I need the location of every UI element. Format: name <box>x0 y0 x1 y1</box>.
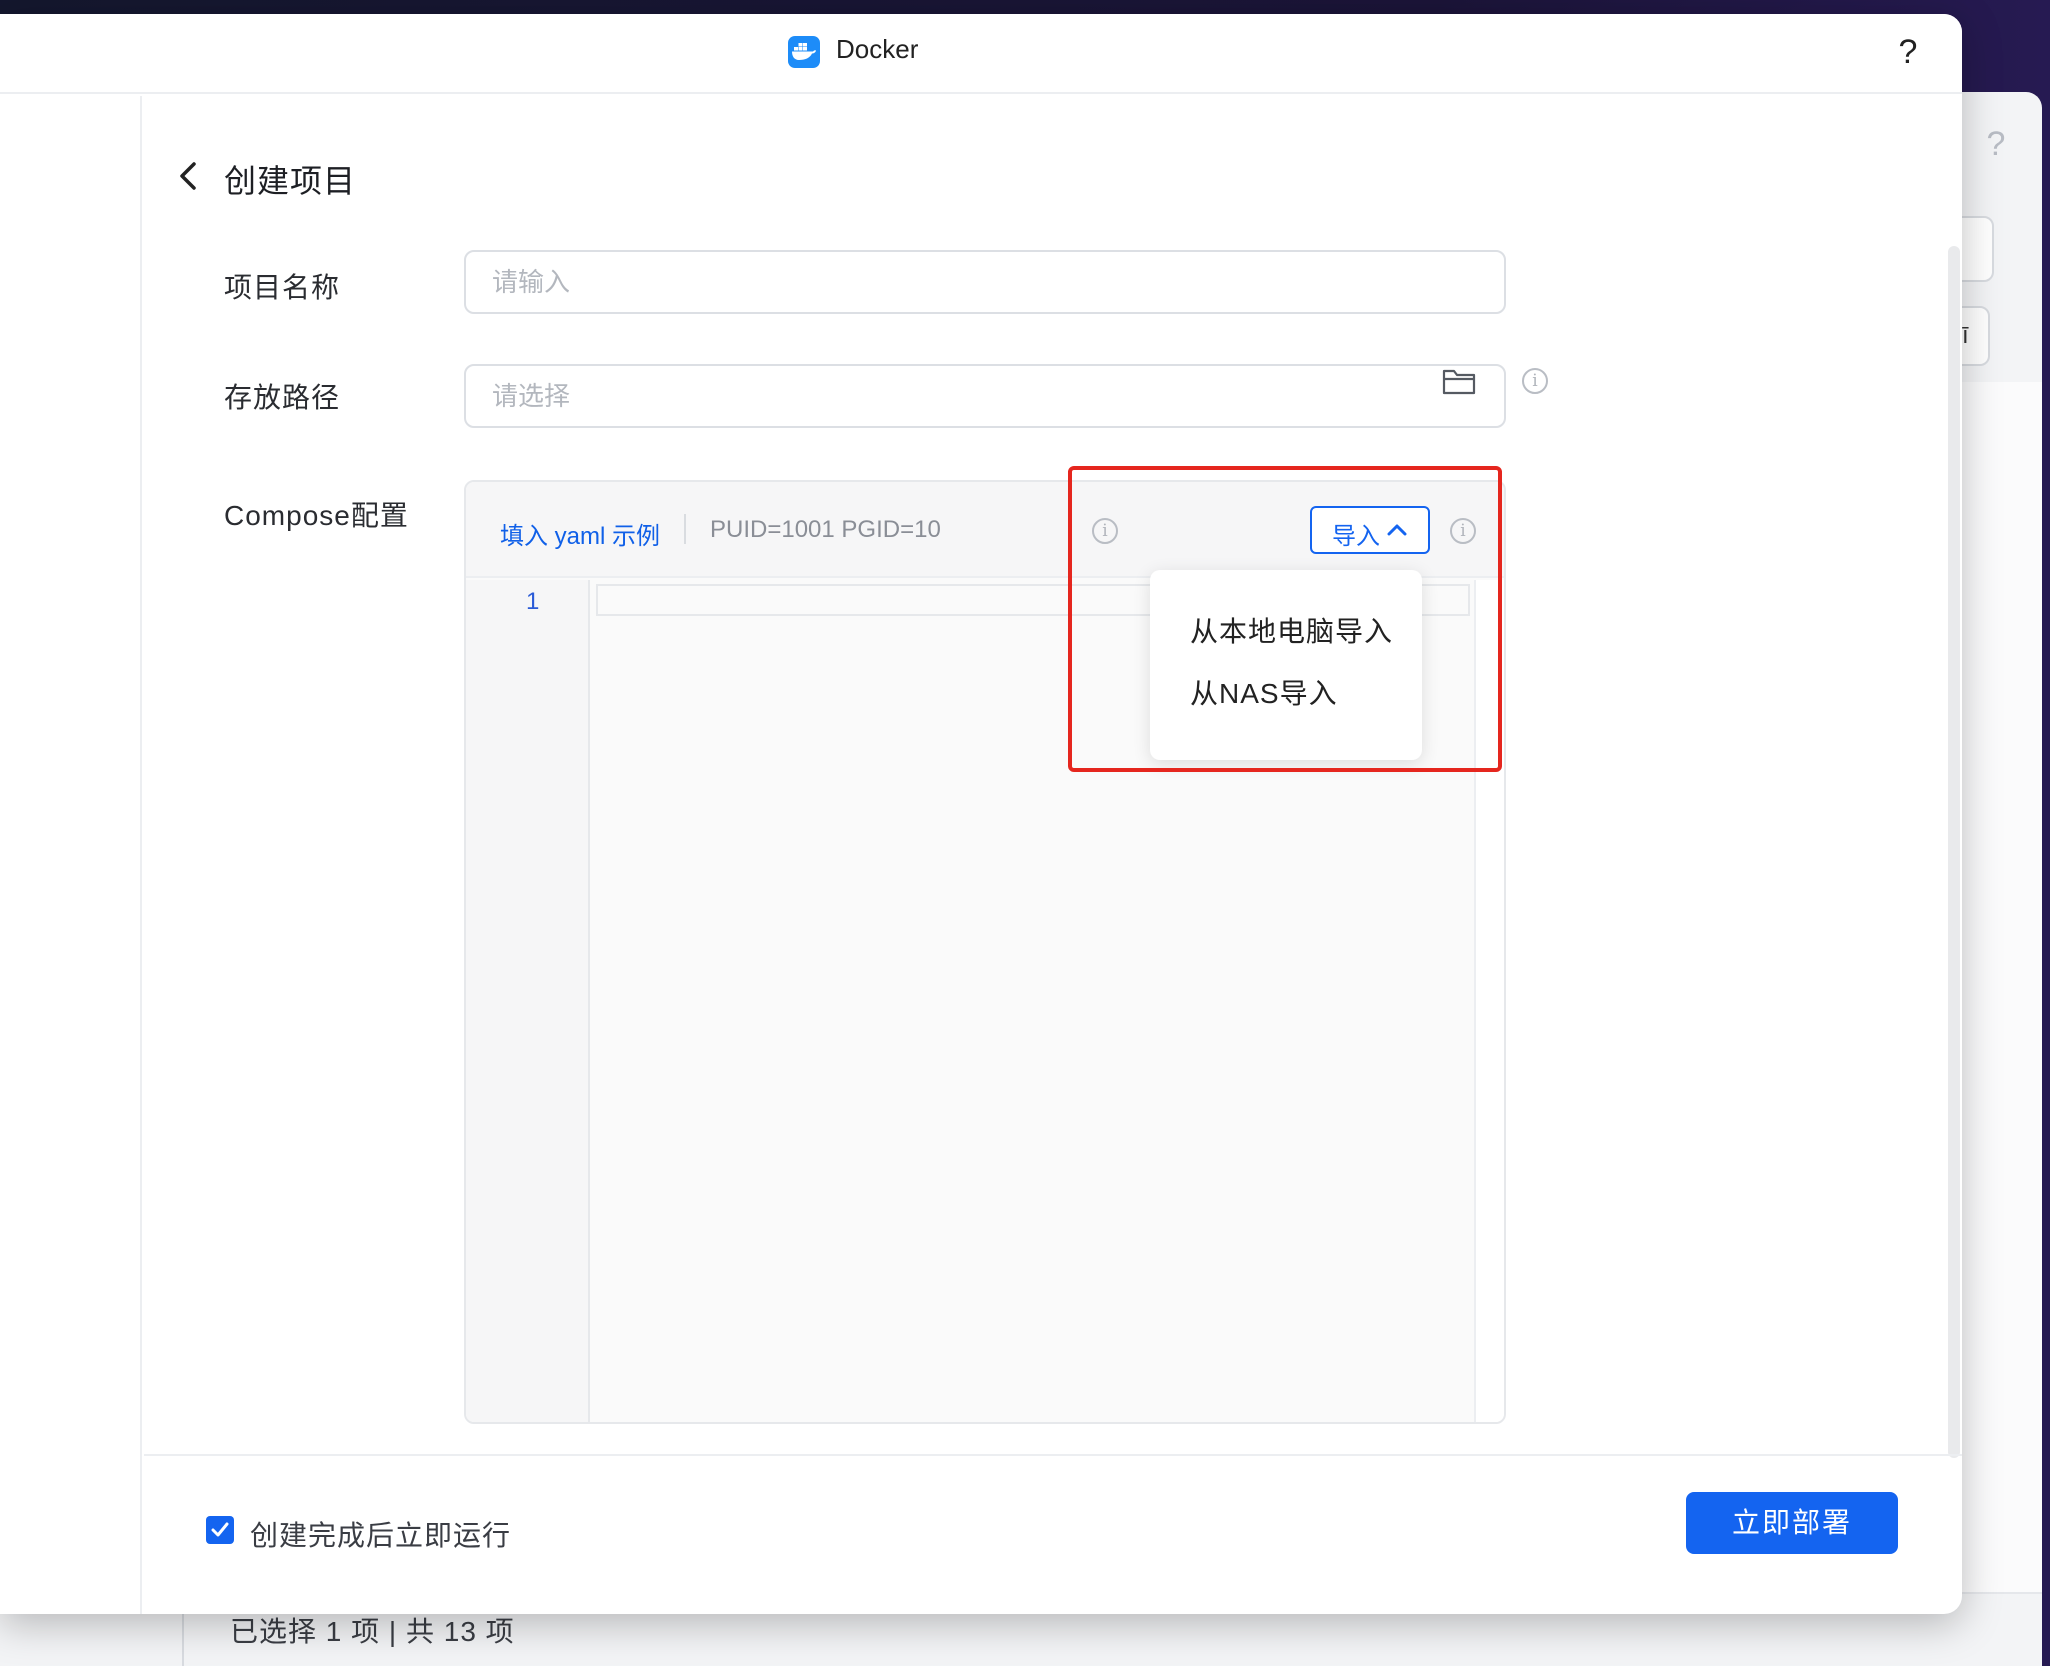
panel-scrollbar[interactable] <box>1948 246 1960 1458</box>
left-sidebar <box>0 96 142 1614</box>
selection-count-text: 已选择 1 项 | 共 13 项 <box>230 1616 515 1647</box>
background-list-area <box>1962 382 2042 1592</box>
compose-label: Compose配置 <box>224 500 409 531</box>
toolbar-separator <box>684 514 686 544</box>
annotation-highlight-box <box>1068 466 1502 772</box>
run-after-create-label[interactable]: 创建完成后立即运行 <box>250 1514 511 1554</box>
line-number: 1 <box>526 588 540 615</box>
back-button[interactable] <box>172 156 208 196</box>
deploy-now-button[interactable]: 立即部署 <box>1686 1492 1898 1554</box>
storage-path-label: 存放路径 <box>224 382 341 413</box>
fill-yaml-example-link[interactable]: 填入 yaml 示例 <box>500 516 660 551</box>
page-title: 创建项目 <box>224 163 357 199</box>
storage-path-input[interactable] <box>464 364 1506 428</box>
help-icon[interactable]: ? <box>1888 30 1928 74</box>
project-name-input[interactable] <box>464 250 1506 314</box>
title-bar: Docker ? <box>0 14 1962 94</box>
window-title: Docker <box>836 34 919 64</box>
folder-icon[interactable] <box>1442 366 1476 396</box>
check-icon <box>211 1522 229 1537</box>
create-project-panel: 创建项目 项目名称 存放路径 i Compose配置 填入 yaml 示例 PU… <box>144 96 1962 1614</box>
project-name-label: 项目名称 <box>224 272 341 303</box>
chevron-left-icon <box>180 162 196 190</box>
run-after-create-checkbox[interactable] <box>206 1516 234 1544</box>
storage-path-info-icon[interactable]: i <box>1522 368 1548 394</box>
footer-divider <box>144 1454 1962 1456</box>
line-number-gutter: 1 <box>466 580 590 1422</box>
docker-window: Docker ? 创建项目 项目名称 存放路径 i Compose配置 填入 y… <box>0 14 1962 1614</box>
background-help-icon[interactable]: ? <box>1966 114 2026 174</box>
docker-icon <box>788 36 820 68</box>
puid-pgid-text: PUID=1001 PGID=10 <box>710 516 941 543</box>
